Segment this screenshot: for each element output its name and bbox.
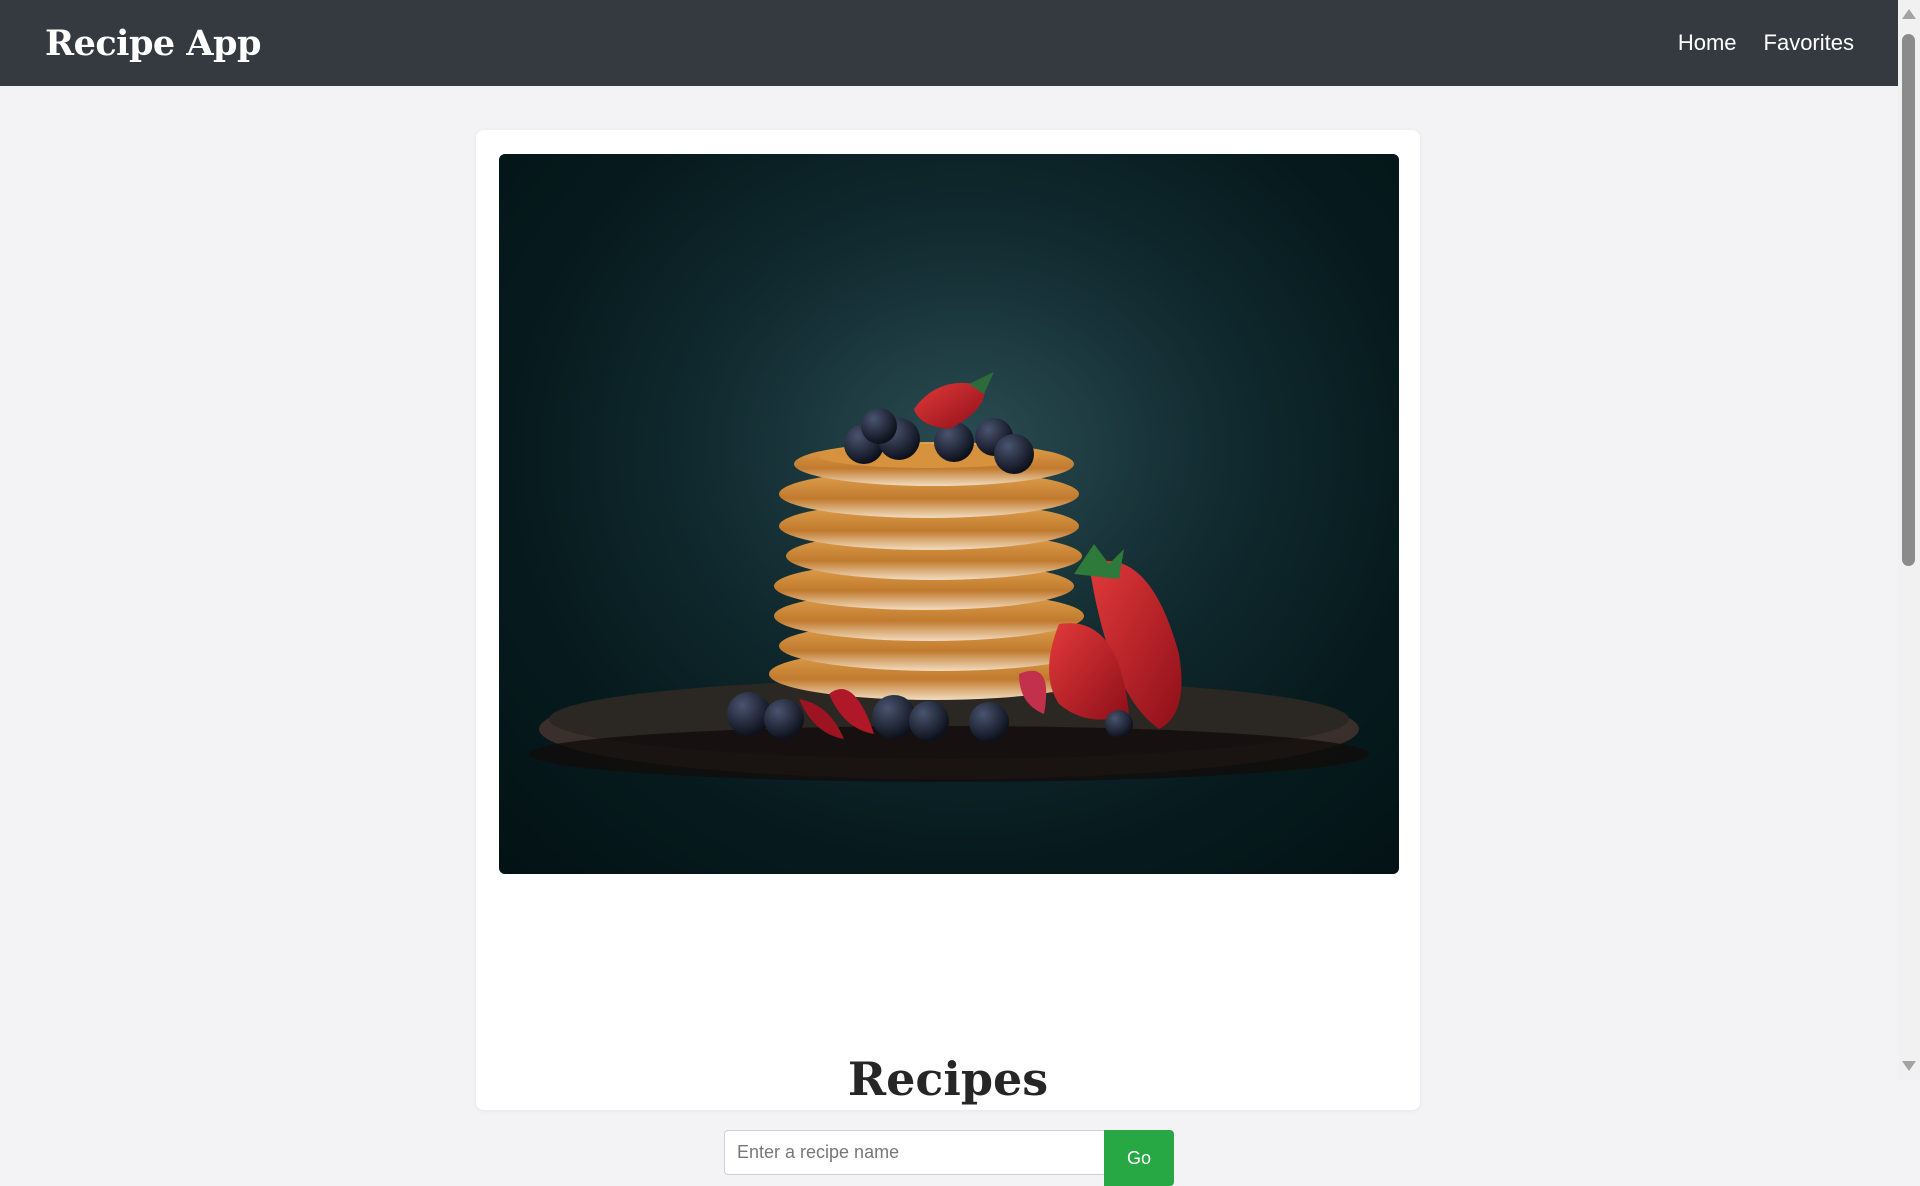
search-form: Go [724,1130,1174,1186]
recipe-search-input[interactable] [724,1130,1104,1175]
brand-logo[interactable]: Recipe App [45,23,262,64]
scroll-down-arrow-icon[interactable] [1902,1061,1916,1071]
pancakes-photo [499,154,1399,874]
nav-favorites-link[interactable]: Favorites [1764,30,1854,56]
page-title: Recipes [847,1052,1049,1106]
recipe-card: Recipes Go [476,130,1420,1186]
go-button[interactable]: Go [1104,1130,1174,1186]
navbar: Recipe App Home Favorites [0,0,1898,86]
scrollbar[interactable] [1898,0,1920,1080]
nav-links: Home Favorites [1678,30,1854,56]
scroll-up-arrow-icon[interactable] [1902,9,1916,19]
scrollbar-thumb[interactable] [1902,34,1915,566]
hero-image [499,154,1399,874]
nav-home-link[interactable]: Home [1678,30,1737,56]
